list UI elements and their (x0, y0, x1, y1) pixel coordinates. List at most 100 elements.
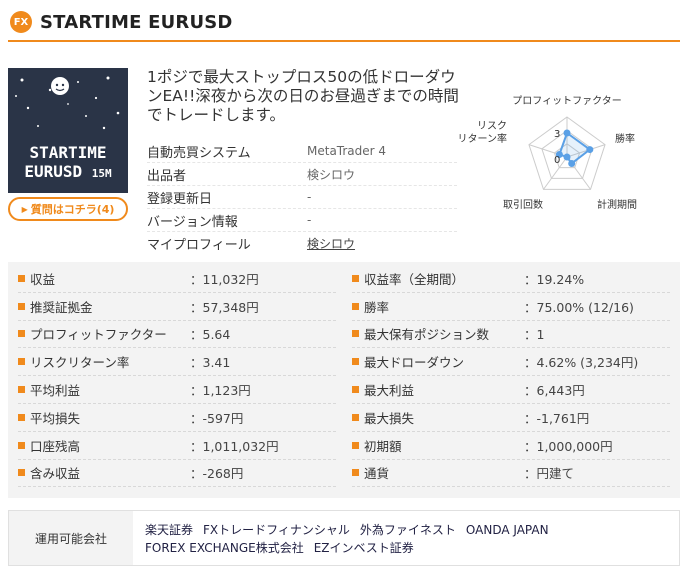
stat-value: ：-268円 (190, 466, 244, 482)
info-row-seller: 出品者 検シロウ (147, 163, 457, 186)
question-button-label: 質問はコチラ(4) (30, 203, 115, 216)
fx-badge-icon: FX (10, 11, 32, 33)
stat-value: ：1 (524, 327, 545, 343)
question-button[interactable]: ▶ 質問はコチラ(4) (8, 197, 128, 221)
ea-description: 1ポジで最大ストップロス50の低ドローダウンEA!!深夜から次の日のお昼過ぎまで… (147, 68, 459, 124)
profile-link[interactable]: 検シロウ (307, 235, 355, 252)
company-link[interactable]: 楽天証券 (145, 523, 193, 537)
stat-row: 最大ドローダウン ：4.62% (3,234円) (352, 348, 670, 377)
stat-value: ：11,032円 (190, 271, 259, 287)
stat-label: 平均損失 (30, 410, 81, 426)
stat-row: プロフィットファクター ：5.64 (18, 321, 336, 349)
info-row-updated: 登録更新日 - (147, 186, 457, 209)
ea-thumbnail: STARTIME EURUSD 15M (8, 68, 128, 193)
stat-value: ：19.24% (524, 271, 585, 287)
bullet-icon (352, 358, 359, 366)
stat-row: 収益 ：11,032円 (18, 265, 336, 293)
stat-label: 平均利益 (30, 383, 81, 399)
company-link[interactable]: OANDA JAPAN (466, 523, 549, 537)
company-link[interactable]: FOREX EXCHANGE株式会社 (145, 541, 304, 555)
companies-line2: FOREX EXCHANGE株式会社 EZインベスト証券 (145, 539, 559, 557)
stat-label: 初期額 (364, 438, 402, 454)
stat-row: 初期額 ：1,000,000円 (352, 432, 670, 460)
radar-chart: 3 0 プロフィットファクター勝率計測期間 取引回数 リスクリターン率 (458, 95, 638, 211)
info-value: 検シロウ (307, 167, 356, 182)
stat-label: 通貨 (364, 466, 390, 482)
radar-point (563, 153, 571, 161)
info-value: MetaTrader 4 (307, 144, 387, 158)
bullet-icon (352, 330, 359, 338)
stat-value: ：1,123円 (190, 383, 251, 399)
bullet-icon (352, 413, 359, 421)
stat-value: ：-1,761円 (524, 410, 590, 426)
stat-label: プロフィットファクター (30, 327, 167, 343)
stat-row: 勝率 ：75.00% (12/16) (352, 293, 670, 321)
stat-value: ：-597円 (190, 410, 244, 426)
bullet-icon (18, 330, 25, 338)
stat-label: 最大保有ポジション数 (364, 327, 490, 343)
stat-label: 口座残高 (30, 438, 81, 454)
bullet-icon (18, 358, 25, 366)
radar-point (568, 159, 576, 167)
companies-list: 楽天証券 FXトレードフィナンシャル 外為ファイネスト OANDA JAPAN FOR… (133, 511, 571, 565)
bullet-icon (18, 302, 25, 310)
stat-label: リスクリターン率 (30, 355, 130, 371)
radar-axis-label: プロフィットファクター (512, 95, 621, 107)
info-row-system: 自動売買システム MetaTrader 4 (147, 140, 457, 163)
stat-value: ：5.64 (190, 327, 231, 343)
radar-axis-label: リスク (477, 120, 507, 132)
bullet-icon (352, 469, 359, 477)
radar-point (563, 129, 571, 137)
info-table: 自動売買システム MetaTrader 4 出品者 検シロウ 登録更新日 - バ… (147, 140, 457, 255)
thumbnail-timeframe: 15M (91, 167, 112, 180)
info-label: 登録更新日 (147, 191, 213, 207)
bullet-icon (18, 413, 25, 421)
stat-row: リスクリターン率 ：3.41 (18, 348, 336, 377)
stat-row: 口座残高 ：1,011,032円 (18, 432, 336, 460)
stat-row: 平均損失 ：-597円 (18, 404, 336, 432)
page-header: FX STARTIME EURUSD (8, 4, 680, 42)
radar-axis-label: 計測期間 (597, 198, 637, 211)
stat-row: 収益率（全期間） ：19.24% (352, 265, 670, 293)
bullet-icon (18, 386, 25, 394)
stat-value: ：1,011,032円 (190, 438, 279, 454)
info-label: 出品者 (147, 168, 187, 184)
bullet-icon (18, 469, 25, 477)
night-sky-icon (15, 76, 120, 130)
company-link[interactable]: FXトレードフィナンシャル (203, 523, 350, 537)
stat-row: 最大利益 ：6,443円 (352, 376, 670, 404)
bullet-icon (352, 386, 359, 394)
info-label: 自動売買システム (147, 145, 251, 161)
bullet-icon (18, 274, 25, 282)
stat-label: 収益 (30, 271, 56, 287)
companies-line1: 楽天証券 FXトレードフィナンシャル 外為ファイネスト OANDA JAPAN (145, 521, 559, 539)
info-value: - (307, 213, 312, 227)
stat-row: 最大保有ポジション数 ：1 (352, 321, 670, 349)
stat-label: 勝率 (364, 299, 390, 315)
thumbnail-line2: EURUSD 15M (8, 162, 128, 181)
stat-row: 最大損失 ：-1,761円 (352, 404, 670, 432)
stat-label: 最大利益 (364, 383, 415, 399)
bullet-icon (352, 441, 359, 449)
stat-row: 推奨証拠金 ：57,348円 (18, 293, 336, 321)
radar-tick-label: 3 (554, 129, 560, 140)
info-value: - (307, 190, 312, 204)
radar-axis-label: 取引回数 (503, 198, 543, 211)
radar-axis-label: 勝率 (615, 132, 635, 145)
stat-value: ：1,000,000円 (524, 438, 613, 454)
stat-value: ：円建て (524, 466, 575, 482)
stat-row: 含み収益 ：-268円 (18, 460, 336, 488)
stat-value: ：4.62% (3,234円) (524, 355, 639, 371)
stat-label: 推奨証拠金 (30, 299, 93, 315)
stat-value: ：6,443円 (524, 383, 585, 399)
stat-label: 収益率（全期間） (364, 271, 465, 287)
company-link[interactable]: 外為ファイネスト (360, 523, 456, 537)
moon-icon (51, 77, 69, 95)
company-link[interactable]: EZインベスト証券 (314, 541, 414, 555)
stat-row: 平均利益 ：1,123円 (18, 376, 336, 404)
stat-value: ：75.00% (12/16) (524, 299, 634, 315)
radar-series (558, 131, 592, 165)
stat-value: ：3.41 (190, 355, 231, 371)
info-label: バージョン情報 (147, 214, 238, 230)
bullet-icon (352, 274, 359, 282)
